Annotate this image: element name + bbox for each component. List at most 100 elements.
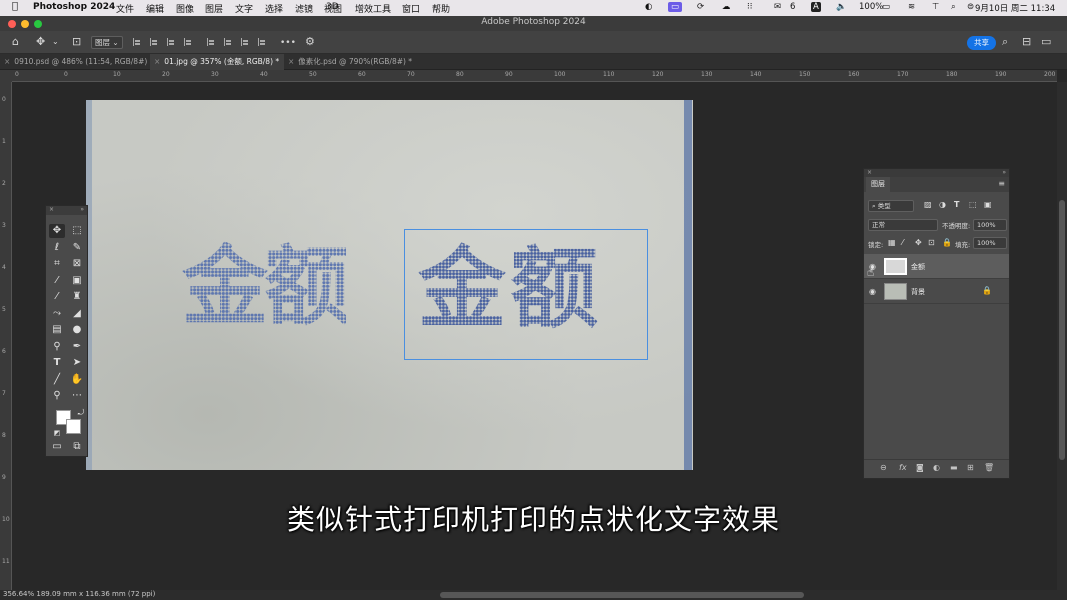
search-icon[interactable]: ⌕ [951,2,956,12]
tab-pixelate-psd[interactable]: × 像素化.psd @ 790%(RGB/8#) * [284,54,424,70]
distribute-h-icon[interactable] [184,38,192,46]
gradient-tool-icon[interactable]: ▤ [49,323,65,337]
align-right-icon[interactable] [167,38,175,46]
battery-icon[interactable]: ▭ [882,2,890,12]
share-button[interactable]: 共享 [967,36,996,50]
control-center-icon[interactable]: ⊜ [967,2,974,12]
dots-icon[interactable]: ⁝⁝ [747,2,752,12]
object-select-icon[interactable]: ✎ [69,241,85,255]
menu-image[interactable]: 图像 [176,2,194,15]
swap-colors-icon[interactable]: ⤾ [73,406,89,420]
link-layers-icon[interactable]: ⊖ [880,463,887,472]
align-left-icon[interactable] [133,38,141,46]
chevron-down-icon[interactable]: ⌄ [52,35,59,49]
menu-window[interactable]: 窗口 [402,2,420,15]
lock-pixels-icon[interactable]: ⁄ [902,238,903,247]
app-menu[interactable]: Photoshop 2024 [33,2,115,12]
align-center-h-icon[interactable] [150,38,158,46]
menu-plugins[interactable]: 增效工具 [355,2,391,15]
distribute-v-icon[interactable] [258,38,266,46]
close-tab-icon[interactable]: × [154,57,160,66]
layer-name[interactable]: 金额 [911,262,925,272]
tab-layers[interactable]: 图层 [866,177,890,192]
vertical-scroll-thumb[interactable] [1059,200,1065,460]
screen-record-icon[interactable]: ▭ [668,2,683,12]
new-layer-icon[interactable]: ⊞ [967,463,974,472]
close-tab-icon[interactable]: × [288,57,294,66]
menu-file[interactable]: 文件 [116,2,134,15]
layer-name[interactable]: 背景 [911,287,925,297]
control-icon[interactable]: ⊤ [932,2,939,12]
more-tools-icon[interactable]: ⋯ [69,389,85,403]
align-top-icon[interactable] [207,38,215,46]
path-select-icon[interactable]: ➤ [69,356,85,370]
opacity-input[interactable]: 100% [973,219,1007,231]
frame-tool-icon[interactable]: ⊠ [69,257,85,271]
home-icon[interactable]: ⌂ [12,35,19,49]
crop-tool-icon[interactable]: ⌗ [49,257,65,271]
filter-type-icon[interactable]: T [954,200,959,209]
clock[interactable]: 9月10日 周二 11:34 [975,2,1055,14]
cloud-icon[interactable]: ☁ [722,2,731,12]
horizontal-scroll-thumb[interactable] [440,592,804,598]
layer-row-background[interactable]: ◉ 背景 🔒 [864,279,1009,304]
move-tool-icon[interactable]: ✥ [36,35,45,49]
lock-position-icon[interactable]: ✥ [915,238,922,247]
pen-tool-icon[interactable]: ✒ [69,340,85,354]
align-bottom-icon[interactable] [241,38,249,46]
status-refresh-icon[interactable]: ⟳ [697,2,704,12]
lock-transparent-icon[interactable]: ▦ [888,238,896,247]
layer-filter-dropdown[interactable]: ⌕ 类型 [868,200,914,212]
adjustment-layer-icon[interactable]: ◐ [933,463,940,472]
settings-gear-icon[interactable]: ⚙ [305,35,315,49]
tools-panel-header[interactable]: ×» [46,206,87,215]
menu-select[interactable]: 选择 [265,2,283,15]
hand-tool-icon[interactable]: ✋ [69,373,85,387]
blur-tool-icon[interactable]: ● [69,323,85,337]
marquee-tool-icon[interactable]: ⬚ [69,224,85,238]
collapse-icon[interactable]: » [1002,169,1006,176]
quick-mask-icon[interactable]: ▭ [49,440,65,454]
layer-row-amount[interactable]: ◉ 金额 [864,254,1009,279]
line-tool-icon[interactable]: ╱ [49,373,65,387]
zoom-and-size-status[interactable]: 356.64% 189.09 mm x 116.36 mm (72 ppi) [3,590,155,598]
menu-layer[interactable]: 图层 [205,2,223,15]
tab-0910-psd[interactable]: × 0910.psd @ 486% (11:54, RGB/8#) [0,54,150,70]
wechat-icon[interactable]: ✉ [774,2,781,12]
move-tool-icon[interactable]: ✥ [49,224,65,238]
auto-select-dropdown[interactable]: 图层 ⌄ [91,36,123,49]
menu-view[interactable]: 视图 [324,2,342,15]
collapse-icon[interactable]: » [80,206,84,213]
stamp-tool-icon[interactable]: ♜ [69,290,85,304]
panel-menu-icon[interactable]: ≡ [998,179,1005,188]
default-colors-icon[interactable]: ◩ [49,426,65,440]
align-middle-v-icon[interactable] [224,38,232,46]
apple-icon[interactable]:  [12,1,18,12]
search-icon[interactable]: ⌕ [1002,35,1008,49]
text-layer-bounding-box[interactable] [404,229,648,360]
dodge-tool-icon[interactable]: ⚲ [49,340,65,354]
type-tool-icon[interactable]: T [49,356,65,370]
blend-mode-dropdown[interactable]: 正常 [868,219,938,231]
workspace-icon[interactable]: ▭ [1041,35,1051,49]
filter-shape-icon[interactable]: ⬚ [969,200,977,209]
horizontal-ruler[interactable]: 0 0 10 20 30 40 50 60 70 80 90 100 110 120 130 140 150 16… [12,70,1057,82]
close-tab-icon[interactable]: × [4,57,10,66]
fx-icon[interactable]: fx [899,463,907,472]
eyedropper-icon[interactable]: ⁄ [49,274,65,288]
layers-panel-header[interactable]: ×» [864,169,1009,177]
menu-help[interactable]: 帮助 [432,2,450,15]
status-app-icon[interactable]: ◐ [645,2,652,12]
spot-heal-icon[interactable]: ▣ [69,274,85,288]
input-method-icon[interactable]: A [811,2,821,12]
filter-pixel-icon[interactable]: ▨ [924,200,932,209]
menu-type[interactable]: 文字 [235,2,253,15]
add-mask-icon[interactable]: ◙ [916,463,924,472]
brush-tool-icon[interactable]: ⁄ [49,290,65,304]
background-color-swatch[interactable] [66,419,81,434]
visibility-eye-icon[interactable]: ◉ [869,287,876,296]
close-icon[interactable]: × [49,206,54,213]
tab-01-jpg[interactable]: × 01.jpg @ 357% (金额, RGB/8) * [150,54,284,70]
close-icon[interactable]: × [867,169,872,176]
eraser-tool-icon[interactable]: ◢ [69,307,85,321]
